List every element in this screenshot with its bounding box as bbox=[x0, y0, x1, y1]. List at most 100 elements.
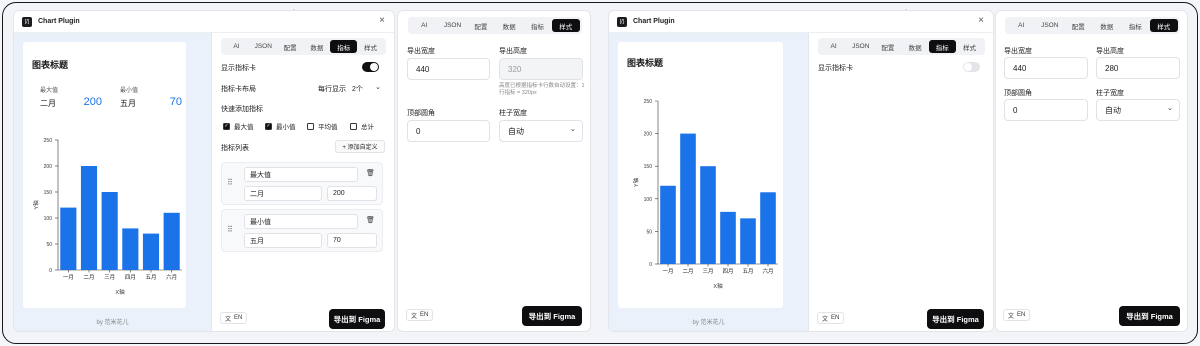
tab-json[interactable]: JSON bbox=[438, 19, 466, 32]
chevron-down-icon: ⌄ bbox=[570, 126, 576, 133]
tab-style[interactable]: 样式 bbox=[956, 40, 983, 53]
tab-data[interactable]: 数据 bbox=[303, 40, 330, 53]
close-icon[interactable]: × bbox=[978, 16, 984, 26]
x-tick-label: 六月 bbox=[166, 273, 177, 281]
tab-bar: AI JSON 配置 数据 指标 样式 bbox=[1005, 17, 1180, 34]
language-toggle[interactable]: 文 EN bbox=[1003, 309, 1031, 321]
tab-metrics[interactable]: 指标 bbox=[523, 19, 551, 32]
per-row-select[interactable]: 2个 bbox=[352, 84, 363, 94]
chart-card: 图表标题 最大值 二月 200 最小值 五月 70 0 50 100 150 200 25… bbox=[23, 42, 186, 308]
metric-name-input[interactable]: 五月 bbox=[244, 233, 322, 248]
tab-style[interactable]: 样式 bbox=[357, 40, 384, 53]
x-tick-label: 四月 bbox=[722, 268, 733, 275]
tab-data[interactable]: 数据 bbox=[1093, 19, 1122, 32]
y-tick-label: 50 bbox=[46, 242, 52, 248]
tab-metrics[interactable]: 指标 bbox=[1121, 19, 1150, 32]
export-height-label: 导出高度 bbox=[499, 48, 527, 55]
checkbox-checked[interactable]: ✓ bbox=[223, 122, 230, 130]
x-axis-label: X轴 bbox=[115, 288, 125, 296]
language-toggle[interactable]: 文 EN bbox=[220, 312, 248, 324]
checkbox-unchecked[interactable] bbox=[350, 122, 357, 130]
tab-config[interactable]: 配置 bbox=[467, 19, 495, 32]
close-icon[interactable]: × bbox=[379, 16, 385, 26]
tab-json[interactable]: JSON bbox=[250, 40, 277, 53]
title-bar: [/] Chart Plugin × bbox=[14, 11, 394, 33]
y-axis-label: Y轴 bbox=[632, 177, 640, 187]
metric-value-input[interactable]: 70 bbox=[327, 233, 377, 248]
tab-json[interactable]: JSON bbox=[1036, 19, 1065, 32]
per-row-label: 每行显示 bbox=[318, 86, 346, 93]
show-cards-toggle[interactable] bbox=[963, 62, 980, 72]
top-radius-input[interactable]: 0 bbox=[407, 120, 490, 142]
export-figma-button[interactable]: 导出到 Figma bbox=[522, 306, 582, 326]
bar bbox=[60, 207, 77, 270]
drag-handle-icon[interactable]: ⠿ bbox=[227, 225, 233, 234]
quick-add-max[interactable]: ✓ 最大值 bbox=[223, 121, 254, 131]
window-title: Chart Plugin bbox=[633, 18, 675, 25]
x-tick-label: 五月 bbox=[742, 268, 753, 275]
translate-icon: 文 bbox=[411, 313, 418, 320]
y-tick-label: 250 bbox=[644, 99, 653, 105]
export-width-label: 导出宽度 bbox=[1004, 48, 1032, 55]
add-custom-button[interactable]: + 添加自定义 bbox=[335, 140, 385, 153]
tab-json[interactable]: JSON bbox=[847, 40, 874, 53]
metric-title-input[interactable]: 最大值 bbox=[244, 167, 358, 182]
x-tick-label: 一月 bbox=[63, 274, 74, 281]
style-panel-1: AI JSON 配置 数据 指标 样式 导出宽度 440 导出高度 320 高度… bbox=[397, 10, 591, 332]
bar bbox=[700, 166, 716, 264]
show-cards-toggle[interactable] bbox=[362, 62, 379, 72]
bar-chart: 0 50 100 150 200 250 一月 二月 三月 四月 五月 六月 X轴 Y轴 bbox=[32, 138, 182, 296]
metric-value-input[interactable]: 200 bbox=[327, 186, 377, 201]
tab-config[interactable]: 配置 bbox=[277, 40, 304, 53]
tab-metrics[interactable]: 指标 bbox=[928, 40, 956, 53]
style-panel-2: AI JSON 配置 数据 指标 样式 导出宽度 440 导出高度 280 顶部… bbox=[995, 10, 1188, 332]
quick-add-total[interactable]: 总计 bbox=[350, 121, 374, 131]
quick-add-min[interactable]: ✓ 最小值 bbox=[265, 121, 296, 131]
x-tick-label: 二月 bbox=[83, 274, 94, 281]
export-height-input[interactable]: 280 bbox=[1096, 57, 1180, 79]
language-toggle[interactable]: 文 EN bbox=[406, 309, 434, 321]
checkbox-unchecked[interactable] bbox=[307, 122, 314, 130]
tab-style[interactable]: 样式 bbox=[1149, 19, 1178, 32]
footer-credit: by 范米花儿 bbox=[692, 320, 725, 326]
show-cards-label: 显示指标卡 bbox=[221, 65, 256, 72]
trash-icon[interactable]: 🗑 bbox=[366, 216, 375, 224]
chevron-down-icon: ⌄ bbox=[375, 84, 381, 91]
export-figma-button[interactable]: 导出到 Figma bbox=[927, 309, 984, 329]
drag-handle-icon[interactable]: ⠿ bbox=[227, 178, 233, 187]
tab-style[interactable]: 样式 bbox=[551, 19, 580, 32]
quick-add-avg[interactable]: 平均值 bbox=[307, 121, 338, 131]
metric-title-input[interactable]: 最小值 bbox=[244, 214, 358, 229]
tab-config[interactable]: 配置 bbox=[874, 40, 901, 53]
x-tick-label: 六月 bbox=[762, 267, 773, 275]
tab-ai[interactable]: AI bbox=[223, 40, 250, 53]
y-tick-label: 250 bbox=[44, 138, 53, 144]
export-width-input[interactable]: 440 bbox=[407, 58, 490, 80]
settings-pane: AI JSON 配置 数据 指标 样式 显示指标卡 指标卡布局 每行显示 2个 … bbox=[212, 33, 394, 331]
tab-ai[interactable]: AI bbox=[1007, 19, 1036, 32]
bar bbox=[760, 192, 776, 264]
x-tick-label: 三月 bbox=[702, 268, 713, 275]
export-figma-button[interactable]: 导出到 Figma bbox=[329, 309, 385, 329]
layout-label: 指标卡布局 bbox=[221, 86, 256, 93]
y-tick-label: 150 bbox=[644, 164, 653, 170]
export-width-input[interactable]: 440 bbox=[1004, 57, 1088, 79]
tab-data[interactable]: 数据 bbox=[902, 40, 929, 53]
tab-ai[interactable]: AI bbox=[410, 19, 438, 32]
metric-name-input[interactable]: 二月 bbox=[244, 186, 322, 201]
tab-data[interactable]: 数据 bbox=[495, 19, 523, 32]
x-tick-label: 四月 bbox=[125, 274, 136, 281]
x-tick-label: 二月 bbox=[682, 268, 693, 275]
export-figma-button[interactable]: 导出到 Figma bbox=[1119, 306, 1180, 326]
tab-config[interactable]: 配置 bbox=[1064, 19, 1093, 32]
height-hint: 高度已根据指标卡行数自动设置：1行指标 = 320px bbox=[499, 83, 585, 96]
tab-ai[interactable]: AI bbox=[820, 40, 847, 53]
language-toggle[interactable]: 文 EN bbox=[817, 312, 845, 324]
top-radius-input[interactable]: 0 bbox=[1004, 99, 1088, 121]
chart-preview-pane: 图表标题 最大值 二月 200 最小值 五月 70 0 50 100 150 200 25… bbox=[14, 33, 212, 331]
checkbox-checked[interactable]: ✓ bbox=[265, 122, 272, 130]
bar bbox=[660, 185, 676, 264]
tab-metrics[interactable]: 指标 bbox=[330, 40, 358, 53]
export-width-label: 导出宽度 bbox=[407, 48, 435, 55]
trash-icon[interactable]: 🗑 bbox=[366, 169, 375, 177]
